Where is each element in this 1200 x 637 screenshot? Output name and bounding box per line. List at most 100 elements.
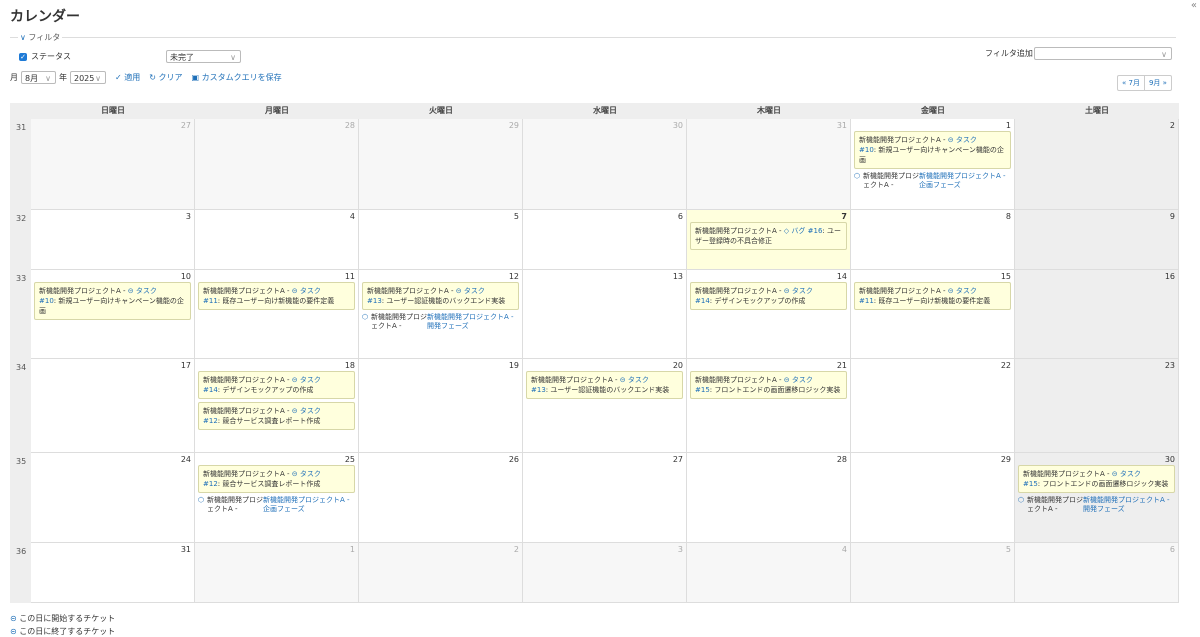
issue-project[interactable]: 新機能開発プロジェクトA -: [203, 470, 290, 478]
issue-subject[interactable]: : ユーザー認証機能のバックエンド実装: [546, 386, 669, 394]
issue-tracker[interactable]: タスク: [792, 287, 813, 295]
calendar-day-cell: 30: [523, 119, 687, 210]
issue-subject[interactable]: : 新規ユーザー向けキャンペーン機能の企画: [39, 297, 184, 315]
filter-toggle[interactable]: ∨ フィルタ: [18, 32, 63, 43]
version-project[interactable]: ⬡ 新機能開発プロジェクトA -: [854, 172, 919, 190]
issue-project[interactable]: 新機能開発プロジェクトA -: [859, 287, 946, 295]
day-number: 15: [1000, 272, 1011, 281]
status-checkbox[interactable]: ✓: [19, 52, 27, 61]
day-number: 10: [180, 272, 191, 281]
issue-subject[interactable]: : デザインモックアップの作成: [710, 297, 806, 305]
issue-project[interactable]: 新機能開発プロジェクトA -: [859, 136, 946, 144]
version-link[interactable]: 新機能開発プロジェクトA - 企画フェーズ: [919, 172, 1011, 190]
issue-id[interactable]: #15: [695, 386, 710, 394]
calendar-day-cell: 6: [523, 210, 687, 270]
month-select[interactable]: 8月 ∨: [21, 71, 56, 84]
calendar-header-corner: [10, 103, 31, 119]
issue-id[interactable]: #13: [367, 297, 382, 305]
issue-id[interactable]: #10: [39, 297, 54, 305]
issue-id[interactable]: #14: [203, 386, 218, 394]
issue-id[interactable]: #11: [203, 297, 218, 305]
calendar-issue[interactable]: 新機能開発プロジェクトA - ⊝ タスク #14: デザインモックアップの作成: [198, 371, 355, 399]
calendar-issue[interactable]: 新機能開発プロジェクトA - ⊝ タスク #11: 既存ユーザー向け新機能の要件定…: [854, 282, 1011, 310]
issue-id[interactable]: #15: [1023, 480, 1038, 488]
issue-tracker[interactable]: タスク: [300, 376, 321, 384]
next-month-link[interactable]: 9月 »: [1143, 76, 1171, 90]
issue-project[interactable]: 新機能開発プロジェクトA -: [1023, 470, 1110, 478]
issue-id[interactable]: #12: [203, 480, 218, 488]
calendar-day-cell: 24: [31, 453, 195, 543]
issue-id[interactable]: #12: [203, 417, 218, 425]
issue-project[interactable]: 新機能開発プロジェクトA -: [695, 376, 782, 384]
issue-subject[interactable]: : デザインモックアップの作成: [218, 386, 314, 394]
add-filter-select[interactable]: ∨: [1034, 47, 1172, 60]
calendar-issue[interactable]: 新機能開発プロジェクトA - ⊝ タスク #13: ユーザー認証機能のバックエンド…: [362, 282, 519, 310]
version-project[interactable]: ⬡ 新機能開発プロジェクトA -: [1018, 496, 1083, 514]
issue-tracker[interactable]: バグ: [791, 227, 805, 235]
issue-project[interactable]: 新機能開発プロジェクトA -: [203, 376, 290, 384]
calendar-day-cell: 23: [1015, 359, 1179, 453]
version-link[interactable]: 新機能開発プロジェクトA - 開発フェーズ: [427, 313, 519, 331]
version-project[interactable]: ⬡ 新機能開発プロジェクトA -: [362, 313, 427, 331]
issue-tracker[interactable]: タスク: [956, 287, 977, 295]
year-select[interactable]: 2025 ∨: [70, 71, 106, 84]
issue-tracker[interactable]: タスク: [956, 136, 977, 144]
week-number: 32: [10, 210, 31, 270]
day-number: 13: [672, 272, 683, 281]
month-label: 月: [10, 73, 18, 82]
calendar-issue[interactable]: 新機能開発プロジェクトA - ⊝ タスク #12: 競合サービス調査レポート作成: [198, 465, 355, 493]
issue-tracker[interactable]: タスク: [136, 287, 157, 295]
clear-link[interactable]: ↻ クリア: [149, 72, 182, 83]
day-number: 12: [508, 272, 519, 281]
day-number: 16: [1164, 272, 1175, 281]
calendar-issue[interactable]: 新機能開発プロジェクトA - ⊝ タスク #13: ユーザー認証機能のバックエンド…: [526, 371, 683, 399]
save-query-link[interactable]: ▣ カスタムクエリを保存: [192, 72, 282, 83]
status-operator-select[interactable]: 未完了 ∨: [166, 50, 241, 63]
issue-project[interactable]: 新機能開発プロジェクトA -: [695, 287, 782, 295]
issue-project[interactable]: 新機能開発プロジェクトA -: [39, 287, 126, 295]
version-project[interactable]: ⬡ 新機能開発プロジェクトA -: [198, 496, 263, 514]
issue-subject[interactable]: : フロントエンドの画面遷移ロジック実装: [710, 386, 841, 394]
arrow-left-circle-icon: ⊝: [10, 627, 17, 636]
calendar-issue[interactable]: 新機能開発プロジェクトA - ⊝ タスク #10: 新規ユーザー向けキャンペーン機…: [34, 282, 191, 320]
issue-subject[interactable]: : 既存ユーザー向け新機能の要件定義: [874, 297, 990, 305]
issue-id[interactable]: #13: [531, 386, 546, 394]
issue-tracker[interactable]: タスク: [300, 407, 321, 415]
calendar-issue[interactable]: 新機能開発プロジェクトA - ⊝ タスク #15: フロントエンドの画面遷移ロジッ…: [1018, 465, 1175, 493]
issue-tracker[interactable]: タスク: [1120, 470, 1141, 478]
calendar-issue[interactable]: 新機能開発プロジェクトA - ⊝ タスク #15: フロントエンドの画面遷移ロジッ…: [690, 371, 847, 399]
issue-project[interactable]: 新機能開発プロジェクトA -: [531, 376, 618, 384]
issue-subject[interactable]: : 新規ユーザー向けキャンペーン機能の企画: [859, 146, 1004, 164]
calendar-issue[interactable]: 新機能開発プロジェクトA - ⊝ タスク #11: 既存ユーザー向け新機能の要件定…: [198, 282, 355, 310]
day-number: 20: [672, 361, 683, 370]
apply-link[interactable]: ✓ 適用: [115, 72, 140, 83]
issue-tracker[interactable]: タスク: [792, 376, 813, 384]
issue-id[interactable]: #16: [808, 227, 823, 235]
issue-subject[interactable]: : フロントエンドの画面遷移ロジック実装: [1038, 480, 1169, 488]
issue-id[interactable]: #10: [859, 146, 874, 154]
issue-subject[interactable]: : ユーザー認証機能のバックエンド実装: [382, 297, 505, 305]
calendar-day-cell: 5: [359, 210, 523, 270]
prev-month-link[interactable]: « 7月: [1118, 76, 1144, 90]
sidebar-collapse-icon[interactable]: «: [1191, 0, 1197, 11]
calendar-issue[interactable]: 新機能開発プロジェクトA - ⊝ タスク #14: デザインモックアップの作成: [690, 282, 847, 310]
issue-project[interactable]: 新機能開発プロジェクトA -: [203, 287, 290, 295]
weekday-header: 月曜日: [195, 103, 359, 119]
calendar-issue[interactable]: 新機能開発プロジェクトA - ◇ バグ #16: ユーザー登録時の不具合修正: [690, 222, 847, 250]
version-link[interactable]: 新機能開発プロジェクトA - 企画フェーズ: [263, 496, 355, 514]
issue-subject[interactable]: : 既存ユーザー向け新機能の要件定義: [218, 297, 334, 305]
issue-tracker[interactable]: タスク: [628, 376, 649, 384]
issue-project[interactable]: 新機能開発プロジェクトA -: [367, 287, 454, 295]
issue-subject[interactable]: : 競合サービス調査レポート作成: [218, 480, 321, 488]
issue-tracker[interactable]: タスク: [300, 287, 321, 295]
issue-subject[interactable]: : 競合サービス調査レポート作成: [218, 417, 321, 425]
issue-tracker[interactable]: タスク: [464, 287, 485, 295]
calendar-issue[interactable]: 新機能開発プロジェクトA - ⊝ タスク #12: 競合サービス調査レポート作成: [198, 402, 355, 430]
issue-id[interactable]: #14: [695, 297, 710, 305]
calendar-issue[interactable]: 新機能開発プロジェクトA - ⊝ タスク #10: 新規ユーザー向けキャンペーン機…: [854, 131, 1011, 169]
issue-id[interactable]: #11: [859, 297, 874, 305]
issue-tracker[interactable]: タスク: [300, 470, 321, 478]
issue-project[interactable]: 新機能開発プロジェクトA -: [695, 227, 782, 235]
version-link[interactable]: 新機能開発プロジェクトA - 開発フェーズ: [1083, 496, 1175, 514]
issue-project[interactable]: 新機能開発プロジェクトA -: [203, 407, 290, 415]
